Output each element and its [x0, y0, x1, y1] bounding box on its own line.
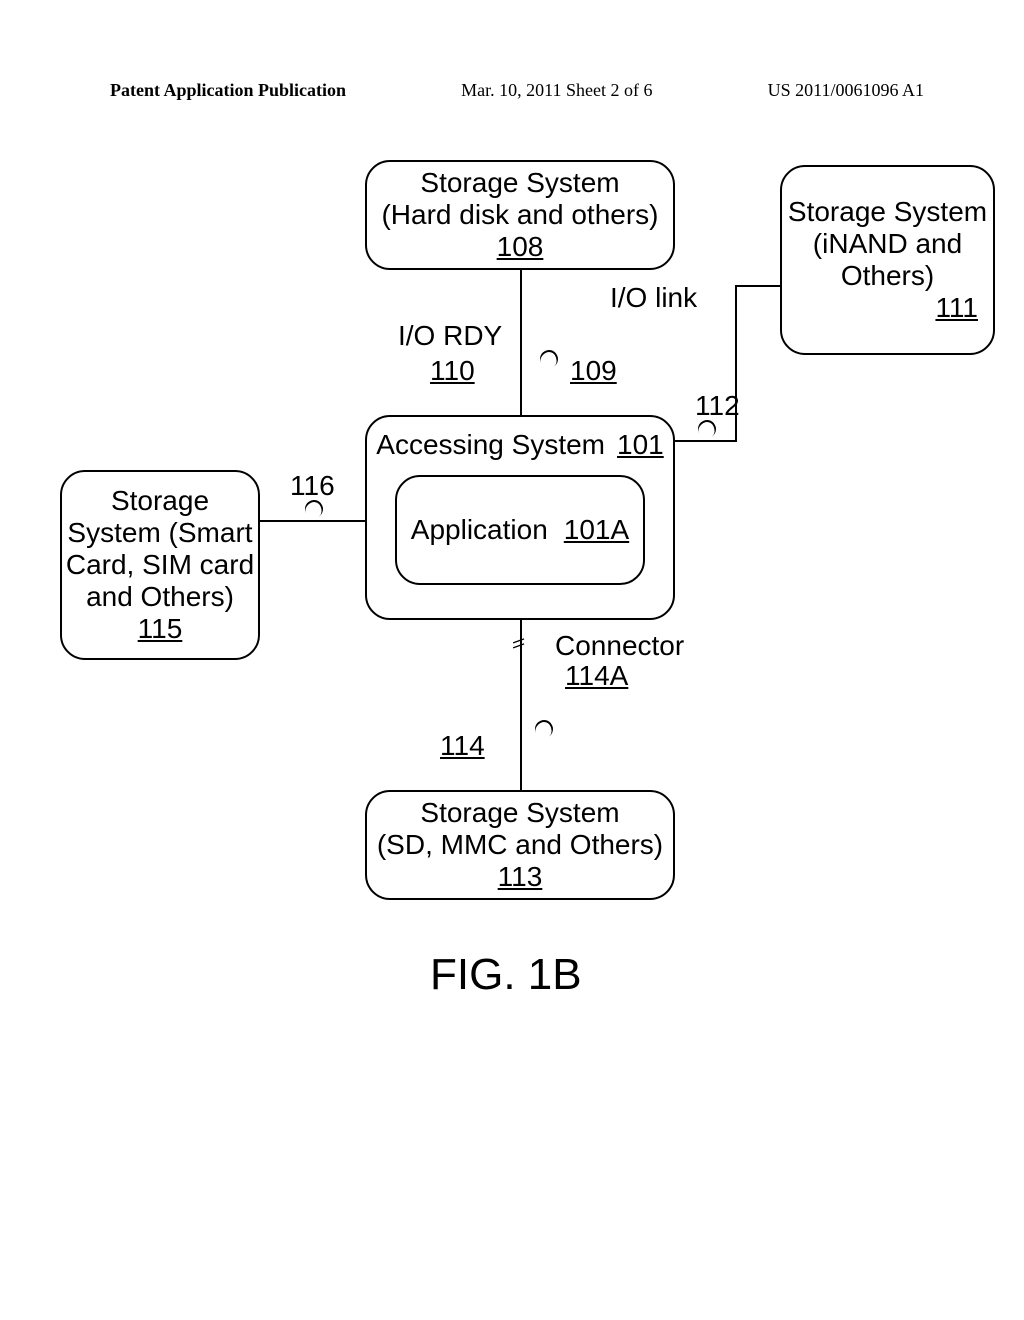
- storage-hd-line2: (Hard disk and others): [381, 199, 658, 231]
- ref-114: 114: [440, 730, 485, 762]
- storage-sc-line4: and Others): [86, 581, 234, 613]
- box-storage-sd-mmc: Storage System (SD, MMC and Others) 113: [365, 790, 675, 900]
- storage-sc-line2: System (Smart: [67, 517, 252, 549]
- box-storage-inand: Storage System (iNAND and Others) 111: [780, 165, 995, 355]
- application-row: Application 101A: [411, 514, 629, 546]
- storage-sd-line2: (SD, MMC and Others): [377, 829, 663, 861]
- storage-inand-line1: Storage System: [788, 196, 987, 228]
- ref-110: 110: [430, 355, 475, 387]
- box-application: Application 101A: [395, 475, 645, 585]
- storage-inand-ref: 111: [935, 292, 993, 324]
- figure-label: FIG. 1B: [430, 950, 582, 1000]
- line-left-horizontal: [260, 520, 365, 522]
- ref-101a: 101A: [564, 514, 629, 546]
- header-right: US 2011/0061096 A1: [768, 80, 924, 101]
- storage-sd-line1: Storage System: [420, 797, 619, 829]
- hook-109: [537, 347, 562, 372]
- ref-101: 101: [617, 429, 664, 461]
- label-io-rdy: I/O RDY: [398, 320, 502, 352]
- page-header: Patent Application Publication Mar. 10, …: [0, 0, 1024, 101]
- storage-inand-line2: (iNAND and: [813, 228, 962, 260]
- storage-hd-ref: 108: [497, 231, 544, 263]
- ref-112: 112: [695, 390, 740, 422]
- line-right-top-horizontal: [735, 285, 780, 287]
- header-center: Mar. 10, 2011 Sheet 2 of 6: [461, 80, 652, 101]
- ref-114a: 114A: [565, 660, 628, 692]
- ref-109: 109: [570, 355, 617, 387]
- storage-hd-line1: Storage System: [420, 167, 619, 199]
- application-label: Application: [411, 514, 548, 546]
- label-io-link: I/O link: [610, 282, 697, 314]
- box-storage-hard-disk: Storage System (Hard disk and others) 10…: [365, 160, 675, 270]
- storage-sc-line1: Storage: [111, 485, 209, 517]
- accessing-system-title-row: Accessing System 101: [367, 429, 673, 461]
- label-connector: Connector: [555, 630, 684, 662]
- header-left: Patent Application Publication: [110, 80, 346, 101]
- line-top-to-accessing: [520, 270, 522, 415]
- hook-114: [532, 717, 557, 742]
- diagram: Storage System (Hard disk and others) 10…: [140, 140, 880, 1100]
- accessing-system-label: Accessing System: [376, 429, 605, 461]
- storage-sc-line3: Card, SIM card: [66, 549, 254, 581]
- line-right-horizontal: [675, 440, 735, 442]
- storage-sc-ref: 115: [138, 613, 183, 645]
- connector-slash-icon: _ _: [510, 630, 521, 640]
- box-storage-smartcard: Storage System (Smart Card, SIM card and…: [60, 470, 260, 660]
- ref-116: 116: [290, 470, 335, 502]
- storage-sd-ref: 113: [498, 861, 543, 893]
- storage-inand-line3: Others): [841, 260, 934, 292]
